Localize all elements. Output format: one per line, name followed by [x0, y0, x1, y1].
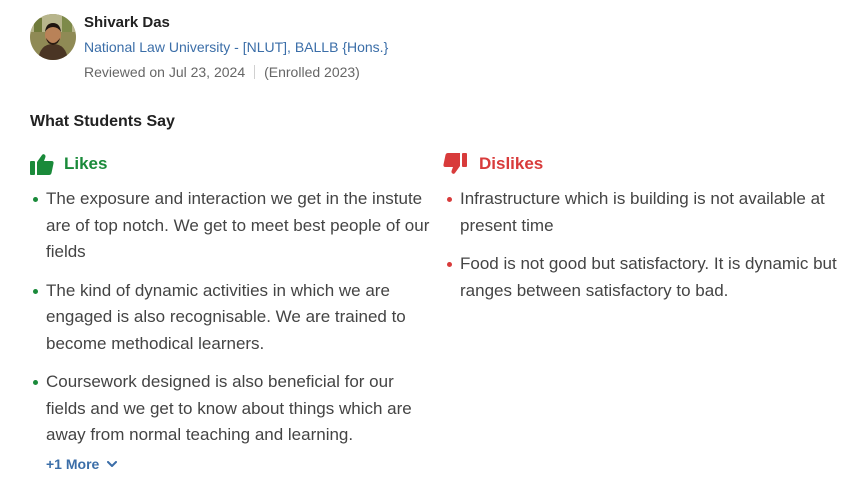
- show-more-button[interactable]: +1 More: [46, 456, 118, 472]
- likes-list: The exposure and interaction we get in t…: [32, 186, 432, 461]
- bullet-dot: [447, 262, 452, 267]
- dislikes-item-text: Infrastructure which is building is not …: [460, 189, 825, 235]
- dislikes-label: Dislikes: [479, 154, 544, 173]
- review-date: Reviewed on Jul 23, 2024: [84, 64, 246, 80]
- dislikes-item-text: Food is not good but satisfactory. It is…: [460, 254, 837, 300]
- bullet-dot: [33, 380, 38, 385]
- meta-divider: [254, 65, 256, 79]
- profile-photo: [30, 14, 76, 60]
- section-title: What Students Say: [30, 113, 175, 130]
- likes-item: The kind of dynamic activities in which …: [32, 278, 432, 358]
- review-meta: Reviewed on Jul 23, 2024 (Enrolled 2023): [84, 64, 360, 80]
- course-link[interactable]: National Law University - [NLUT], BALLB …: [84, 39, 388, 55]
- likes-label: Likes: [64, 154, 108, 173]
- bullet-dot: [33, 288, 38, 294]
- likes-item-text: The kind of dynamic activities in which …: [46, 280, 406, 353]
- avatar: [30, 14, 76, 60]
- bullet-dot: [447, 197, 452, 202]
- likes-item-text: Coursework designed is also beneficial f…: [46, 372, 412, 444]
- reviewer-name: Shivark Das: [84, 14, 170, 31]
- chevron-down-icon: [107, 460, 118, 467]
- likes-item: Coursework designed is also beneficial f…: [32, 369, 432, 449]
- dislikes-item: Infrastructure which is building is not …: [446, 186, 849, 239]
- likes-heading: Likes: [30, 153, 107, 175]
- likes-item: The exposure and interaction we get in t…: [32, 186, 432, 266]
- dislikes-item: Food is not good but satisfactory. It is…: [446, 251, 849, 304]
- dislikes-list: Infrastructure which is building is not …: [446, 186, 849, 316]
- thumbs-up-icon: [30, 153, 54, 175]
- thumbs-down-icon: [443, 153, 467, 175]
- enrolled-year: (Enrolled 2023): [264, 64, 360, 80]
- dislikes-heading: Dislikes: [443, 153, 543, 175]
- bullet-dot: [33, 197, 38, 202]
- likes-item-text: The exposure and interaction we get in t…: [46, 189, 430, 261]
- show-more-label: +1 More: [46, 456, 100, 472]
